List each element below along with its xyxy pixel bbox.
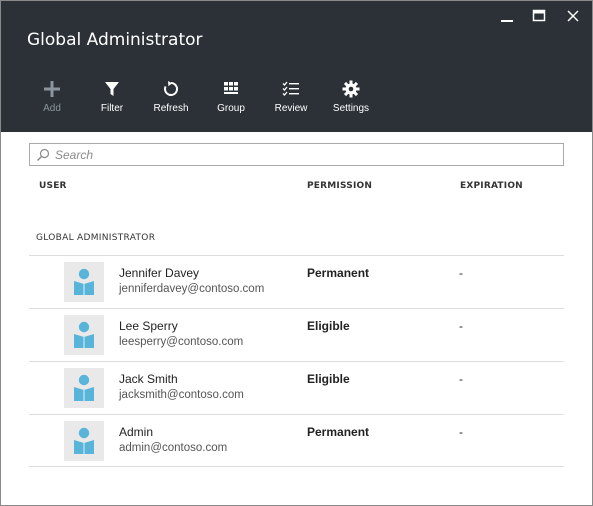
avatar bbox=[64, 262, 104, 302]
column-header-permission[interactable]: PERMISSION bbox=[307, 181, 372, 191]
avatar bbox=[64, 368, 104, 408]
filter-button[interactable]: Filter bbox=[83, 79, 141, 117]
search-box[interactable] bbox=[29, 143, 564, 166]
refresh-label: Refresh bbox=[153, 103, 189, 114]
user-expiration: - bbox=[459, 319, 463, 333]
blade: Global Administrator Add Filter Refresh … bbox=[0, 0, 593, 506]
maximize-icon bbox=[532, 9, 546, 22]
table-row[interactable]: Lee Sperry leesperry@contoso.com Eligibl… bbox=[29, 308, 564, 361]
review-button[interactable]: Review bbox=[262, 79, 320, 117]
avatar bbox=[64, 315, 104, 355]
group-heading: GLOBAL ADMINISTRATOR bbox=[36, 233, 156, 243]
user-expiration: - bbox=[459, 372, 463, 386]
table-row[interactable]: Admin admin@contoso.com Permanent - bbox=[29, 414, 564, 467]
user-icon bbox=[74, 268, 94, 295]
minimize-icon bbox=[501, 20, 513, 22]
user-email: jenniferdavey@contoso.com bbox=[119, 283, 265, 295]
user-name: Jennifer Davey bbox=[119, 266, 200, 280]
user-permission: Permanent bbox=[307, 266, 370, 280]
group-label: Group bbox=[217, 103, 245, 114]
user-name: Lee Sperry bbox=[119, 319, 178, 333]
column-header-expiration[interactable]: EXPIRATION bbox=[460, 181, 523, 191]
plus-icon bbox=[42, 79, 62, 99]
user-permission: Permanent bbox=[307, 425, 370, 439]
user-permission: Eligible bbox=[307, 319, 350, 333]
refresh-button[interactable]: Refresh bbox=[142, 79, 200, 117]
user-list: Jennifer Davey jenniferdavey@contoso.com… bbox=[29, 255, 564, 467]
user-icon bbox=[74, 374, 94, 401]
user-email: leesperry@contoso.com bbox=[119, 336, 244, 348]
checklist-icon bbox=[281, 79, 301, 99]
blade-header: Global Administrator Add Filter Refresh … bbox=[1, 1, 592, 132]
blade-title: Global Administrator bbox=[27, 30, 203, 50]
command-bar: Add Filter Refresh Group Review Settings bbox=[23, 79, 383, 119]
add-label: Add bbox=[43, 103, 61, 114]
review-label: Review bbox=[274, 103, 308, 114]
close-icon bbox=[567, 10, 579, 22]
user-permission: Eligible bbox=[307, 372, 350, 386]
add-button[interactable]: Add bbox=[23, 79, 81, 117]
user-name: Admin bbox=[119, 425, 154, 439]
user-email: admin@contoso.com bbox=[119, 442, 228, 454]
minimize-button[interactable] bbox=[498, 7, 516, 25]
grid-icon bbox=[221, 79, 241, 99]
close-button[interactable] bbox=[564, 7, 582, 25]
user-expiration: - bbox=[459, 266, 463, 280]
maximize-button[interactable] bbox=[530, 7, 548, 25]
table-row[interactable]: Jack Smith jacksmith@contoso.com Eligibl… bbox=[29, 361, 564, 414]
user-email: jacksmith@contoso.com bbox=[119, 389, 244, 401]
column-header-user[interactable]: USER bbox=[39, 181, 67, 191]
group-button[interactable]: Group bbox=[202, 79, 260, 117]
user-expiration: - bbox=[459, 425, 463, 439]
search-icon bbox=[37, 148, 50, 161]
table-row[interactable]: Jennifer Davey jenniferdavey@contoso.com… bbox=[29, 255, 564, 308]
search-input[interactable] bbox=[55, 147, 545, 162]
user-icon bbox=[74, 321, 94, 348]
user-name: Jack Smith bbox=[119, 372, 178, 386]
refresh-icon bbox=[161, 79, 181, 99]
user-icon bbox=[74, 427, 94, 454]
avatar bbox=[64, 421, 104, 461]
settings-button[interactable]: Settings bbox=[322, 79, 380, 117]
filter-icon bbox=[102, 79, 122, 99]
settings-label: Settings bbox=[332, 103, 370, 114]
filter-label: Filter bbox=[100, 103, 124, 114]
gear-icon bbox=[341, 79, 361, 99]
